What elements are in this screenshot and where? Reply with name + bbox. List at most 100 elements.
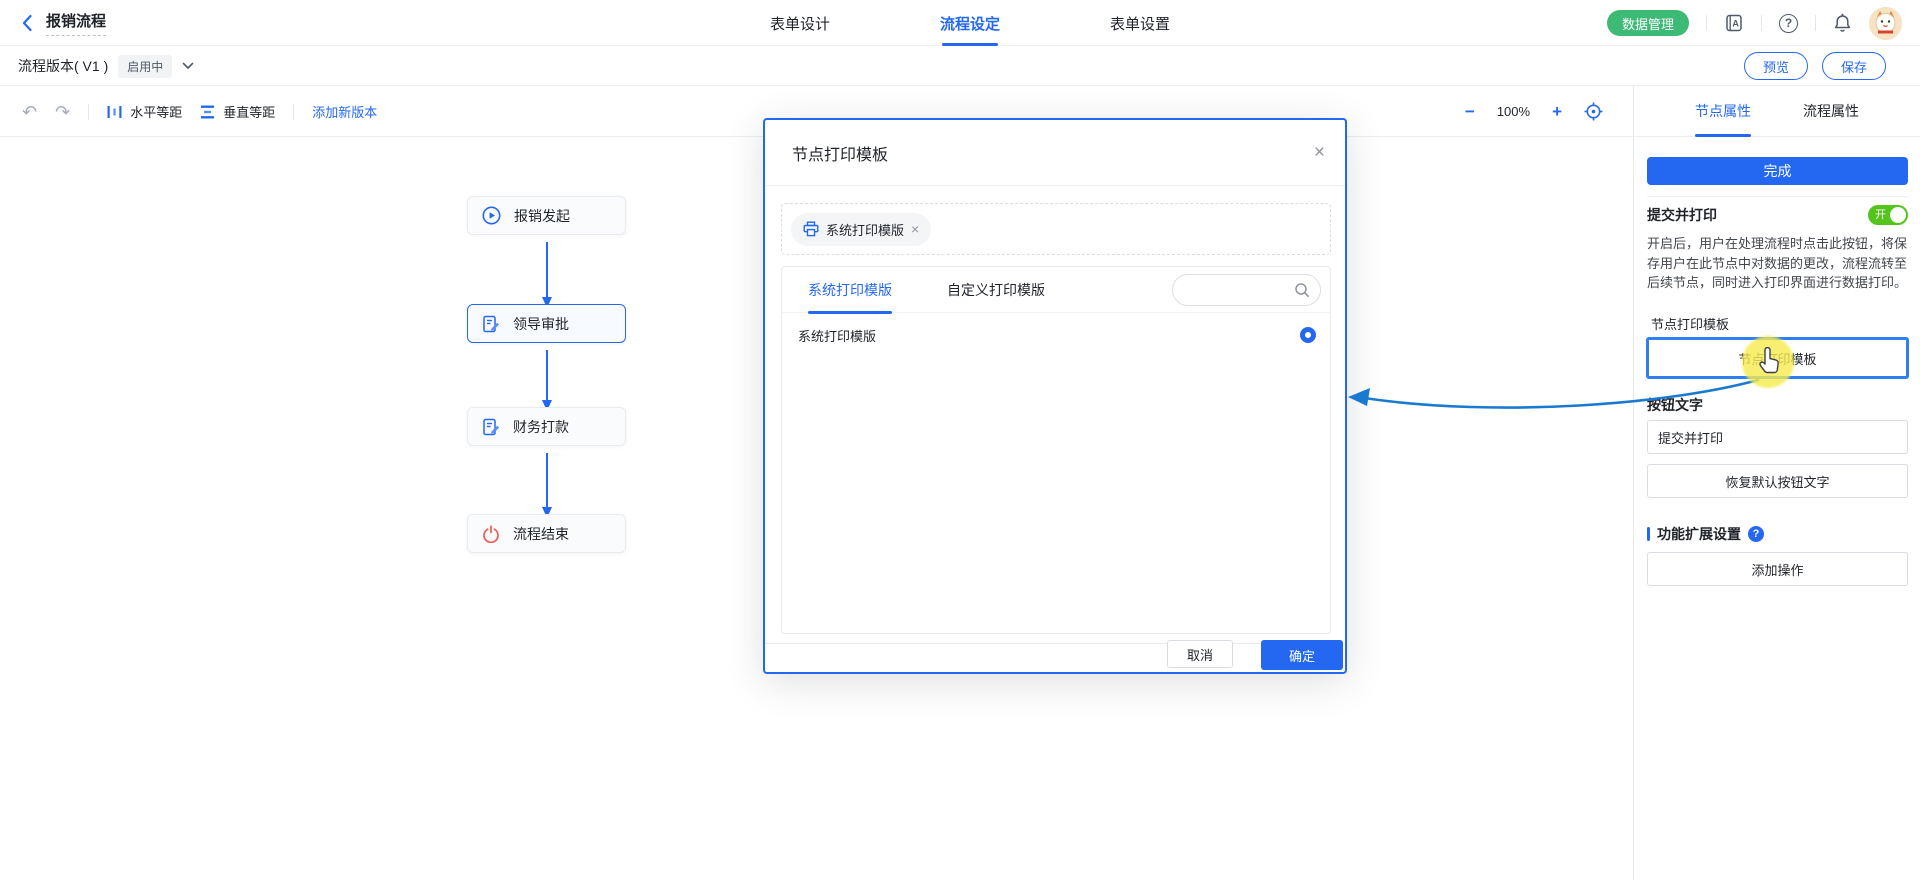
- fit-view-icon[interactable]: [1584, 102, 1603, 121]
- doc-edit-icon: [482, 315, 500, 333]
- flow-node-finance-pay[interactable]: 财务打款: [467, 407, 626, 446]
- tab-system-template[interactable]: 系统打印模版: [808, 267, 892, 313]
- toggle-on-label: 开: [1875, 208, 1886, 222]
- add-action-button[interactable]: 添加操作: [1647, 552, 1908, 586]
- notification-bell-icon[interactable]: [1833, 13, 1852, 33]
- remove-tag-icon[interactable]: ×: [911, 222, 919, 236]
- template-picker: 系统打印模版 自定义打印模版 系统打印模版: [781, 266, 1331, 634]
- template-list-item[interactable]: 系统打印模版: [782, 313, 1330, 357]
- template-search[interactable]: [1172, 274, 1321, 306]
- tab-node-properties[interactable]: 节点属性: [1695, 86, 1751, 137]
- reset-button-text-button[interactable]: 恢复默认按钮文字: [1647, 464, 1908, 498]
- zoom-out-button[interactable]: −: [1465, 103, 1475, 120]
- tab-form-setup[interactable]: 表单设置: [1110, 0, 1170, 46]
- flow-node-label: 领导审批: [513, 314, 569, 334]
- horizontal-equal-icon: [107, 105, 122, 119]
- node-template-label: 节点打印模板: [1651, 314, 1729, 333]
- header-right: 数据管理 A ?: [1607, 0, 1902, 46]
- cancel-button[interactable]: 取消: [1167, 640, 1233, 668]
- zoom-in-button[interactable]: +: [1552, 103, 1562, 120]
- template-item-label: 系统打印模版: [798, 326, 876, 345]
- extension-label: 功能扩展设置: [1657, 524, 1741, 544]
- submit-print-description: 开启后，用户在处理流程时点击此按钮，将保存用户在此节点中对数据的更改，流程流转至…: [1647, 234, 1918, 293]
- flow-node-end[interactable]: 流程结束: [467, 514, 626, 553]
- contacts-icon[interactable]: A: [1724, 13, 1744, 33]
- printer-icon: [803, 221, 819, 237]
- vertical-equal-icon: [200, 105, 215, 119]
- flow-node-label: 财务打款: [513, 417, 569, 437]
- properties-panel: 节点属性 流程属性 完成 提交并打印 开 开启后，用户在处理流程时点击此按钮，将…: [1633, 86, 1920, 880]
- svg-text:A: A: [1732, 19, 1739, 29]
- divider: [1706, 15, 1707, 31]
- version-label: 流程版本( V1 ): [18, 56, 108, 76]
- confirm-button[interactable]: 确定: [1261, 640, 1343, 670]
- divider: [1761, 15, 1762, 31]
- tab-custom-template[interactable]: 自定义打印模版: [947, 267, 1045, 313]
- add-version-link[interactable]: 添加新版本: [312, 102, 377, 121]
- version-actions: 预览 保存: [1744, 46, 1886, 86]
- user-avatar[interactable]: [1869, 7, 1902, 40]
- vertical-equal-label: 垂直等距: [223, 102, 275, 121]
- preview-button[interactable]: 预览: [1744, 52, 1808, 80]
- zoom-controls: − 100% +: [1465, 86, 1603, 137]
- data-manage-button[interactable]: 数据管理: [1607, 10, 1689, 36]
- submit-print-toggle[interactable]: 开: [1868, 205, 1908, 225]
- flow-node-label: 报销发起: [514, 206, 570, 226]
- modal-title: 节点打印模板: [792, 141, 1314, 165]
- undo-icon[interactable]: ↶: [22, 103, 37, 121]
- back-icon[interactable]: [20, 14, 34, 32]
- search-input[interactable]: [1187, 283, 1294, 298]
- search-icon: [1294, 282, 1310, 298]
- flow-node-label: 流程结束: [513, 524, 569, 544]
- tab-form-design[interactable]: 表单设计: [770, 0, 830, 46]
- template-tag-label: 系统打印模版: [826, 220, 904, 239]
- divider: [293, 104, 294, 120]
- submit-print-label: 提交并打印: [1647, 205, 1868, 225]
- status-badge: 启用中: [118, 55, 172, 78]
- horizontal-equal-label: 水平等距: [130, 102, 182, 121]
- template-tabs: 系统打印模版 自定义打印模版: [782, 267, 1330, 313]
- template-tag: 系统打印模版 ×: [791, 213, 931, 246]
- question-help-icon[interactable]: ?: [1748, 526, 1764, 542]
- zoom-level: 100%: [1497, 104, 1530, 119]
- version-bar: 流程版本( V1 ) 启用中 预览 保存: [0, 46, 1920, 86]
- flow-connectors: [538, 230, 556, 540]
- vertical-equal-button[interactable]: 垂直等距: [200, 102, 275, 121]
- flow-node-start[interactable]: 报销发起: [467, 196, 626, 235]
- radio-selected-icon[interactable]: [1300, 327, 1316, 343]
- node-print-template-modal: 节点打印模板 × 系统打印模版 × 系统打印模版 自定义打印模版 系统打印模版: [763, 118, 1347, 674]
- redo-icon[interactable]: ↷: [55, 103, 70, 121]
- power-icon: [482, 525, 500, 543]
- chevron-down-icon[interactable]: [182, 62, 194, 70]
- divider: [1647, 196, 1908, 197]
- flow-node-leader-approve[interactable]: 领导审批: [467, 304, 626, 343]
- close-icon[interactable]: ×: [1314, 143, 1325, 162]
- play-circle-icon: [482, 206, 501, 225]
- horizontal-equal-button[interactable]: 水平等距: [107, 102, 182, 121]
- version-info: 流程版本( V1 ) 启用中: [18, 46, 194, 86]
- tab-flow-setting[interactable]: 流程设定: [940, 0, 1000, 46]
- header-left: 报销流程: [20, 0, 106, 46]
- extension-section-header: 功能扩展设置 ?: [1647, 524, 1764, 544]
- page-title[interactable]: 报销流程: [46, 10, 106, 36]
- node-template-button[interactable]: 节点打印模板: [1646, 337, 1909, 379]
- toolbar-left: ↶ ↷ 水平等距 垂直等距 添加新版本: [22, 86, 377, 137]
- app-header: 报销流程 表单设计 流程设定 表单设置 数据管理 A ?: [0, 0, 1920, 46]
- button-text-label: 按钮文字: [1647, 395, 1703, 415]
- divider: [88, 104, 89, 120]
- main-nav-tabs: 表单设计 流程设定 表单设置: [770, 0, 1170, 46]
- modal-footer-divider: [765, 643, 1345, 644]
- tab-flow-properties[interactable]: 流程属性: [1803, 86, 1859, 137]
- help-icon[interactable]: ?: [1779, 14, 1798, 33]
- selected-templates-box: 系统打印模版 ×: [781, 203, 1331, 255]
- button-text-input[interactable]: [1647, 420, 1908, 454]
- panel-tabs: 节点属性 流程属性: [1634, 86, 1920, 137]
- toggle-knob: [1890, 207, 1906, 223]
- modal-header: 节点打印模板 ×: [765, 120, 1345, 186]
- divider: [1815, 15, 1816, 31]
- finish-button[interactable]: 完成: [1647, 157, 1908, 185]
- save-button[interactable]: 保存: [1822, 52, 1886, 80]
- doc-edit-icon: [482, 418, 500, 436]
- section-bar: [1647, 527, 1650, 541]
- submit-print-row: 提交并打印 开: [1647, 205, 1908, 225]
